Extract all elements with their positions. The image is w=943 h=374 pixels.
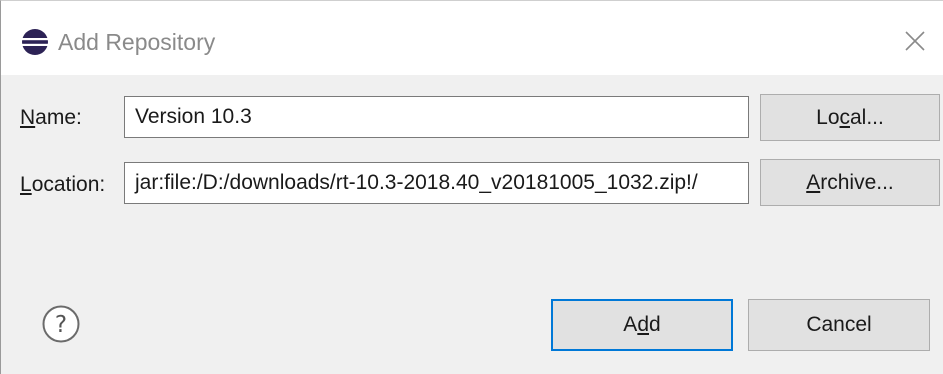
add-repository-dialog: Add Repository Name: Version 10.3 Lo c al.… bbox=[0, 0, 943, 374]
help-question-icon[interactable]: ? bbox=[41, 304, 81, 344]
svg-text:?: ? bbox=[55, 312, 67, 338]
close-icon bbox=[905, 31, 925, 51]
cancel-button[interactable]: Cancel bbox=[748, 299, 930, 351]
add-button[interactable]: Add bbox=[551, 299, 733, 351]
archive-button[interactable]: Archive... bbox=[760, 159, 940, 206]
title-bar[interactable]: Add Repository bbox=[1, 1, 943, 75]
location-input[interactable]: jar:file:/D:/downloads/rt-10.3-2018.40_v… bbox=[124, 162, 749, 204]
location-label: Location: bbox=[20, 173, 106, 196]
name-input[interactable]: Version 10.3 bbox=[124, 96, 749, 138]
close-button[interactable] bbox=[897, 23, 933, 59]
dialog-title: Add Repository bbox=[58, 29, 216, 55]
local-button[interactable]: Lo c al... bbox=[760, 94, 940, 141]
name-label: Name: bbox=[20, 106, 82, 129]
eclipse-logo-icon bbox=[22, 29, 48, 55]
